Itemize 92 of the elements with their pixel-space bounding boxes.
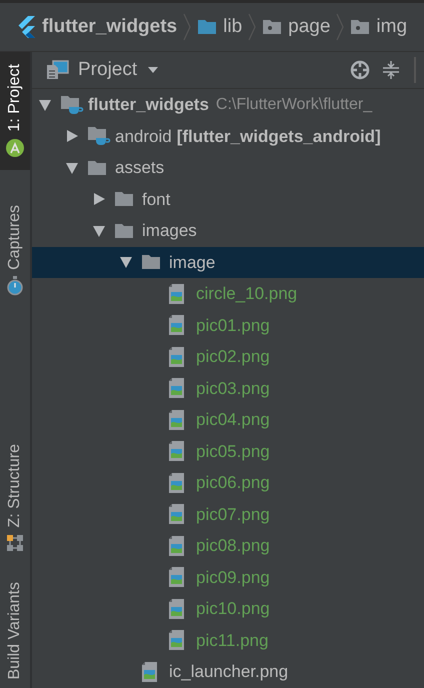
tree-item-label: pic05.png [196,440,270,462]
expand-arrow-icon[interactable] [92,192,106,206]
tree-item-label: images [142,220,197,242]
expand-arrow-icon[interactable] [65,129,79,144]
image-file-icon [168,566,185,588]
image-file-icon [168,472,185,494]
tree-item-label: pic06.png [196,472,270,494]
tree-row[interactable]: flutter_widgets C:\FlutterWork\flutter_ [32,89,424,120]
tool-window-tab[interactable]: 1: Project [0,52,30,170]
tab-label: Captures [5,205,24,270]
package-icon [262,19,282,35]
chevron-icon [336,13,344,41]
package-icon [350,19,370,35]
breadcrumb[interactable]: page [288,12,330,42]
project-path: C:\FlutterWork\flutter_ [216,94,372,115]
locate-icon[interactable] [350,60,370,80]
tree-row[interactable]: font [32,184,424,215]
collapse-arrow-icon[interactable] [119,255,133,270]
tree-row[interactable]: pic04.png [32,404,424,436]
tree-item-label: pic03.png [196,378,270,400]
tree-item-label: pic01.png [196,314,270,336]
module-folder-icon [60,94,84,115]
chevron-icon [248,13,256,41]
tree-row[interactable]: android [flutter_widgets_android] [32,120,424,152]
tree-row[interactable]: image [32,246,424,278]
image-file-icon [168,629,185,652]
image-file-icon [168,282,185,305]
tree-item-label: assets [115,157,164,179]
tree-item-label: circle_10.png [196,283,298,305]
android-icon [5,138,25,158]
tab-label: Build Variants [5,582,24,680]
tab-label: Z: Structure [5,444,24,528]
folder-icon [114,222,134,239]
tree-row[interactable]: pic07.png [32,498,424,530]
flutter-logo-icon [16,15,36,39]
tree-row[interactable]: ic_launcher.png [32,656,424,688]
tree-item-label: android [115,126,172,148]
panel-title[interactable]: Project [78,56,138,84]
folder-icon [87,160,107,176]
tree-row[interactable]: pic10.png [32,593,424,624]
collapse-arrow-icon[interactable] [65,160,79,175]
module-folder-icon [87,126,111,146]
module-name: [flutter_widgets_android] [176,126,381,148]
chevron-icon [183,13,192,41]
collapse-arrow-icon[interactable] [92,224,106,238]
tree-row[interactable]: pic09.png [32,562,424,593]
tool-window-tab[interactable]: Build Variants [0,560,30,688]
collapse-all-icon[interactable] [382,60,400,80]
tree-item-label: image [169,252,216,274]
tree-item-label: font [142,188,170,210]
breadcrumb[interactable]: flutter_widgets [42,12,178,42]
image-file-icon [168,377,185,400]
tree-row[interactable]: pic03.png [32,372,424,404]
source-folder-icon [197,19,218,35]
folder-icon [141,254,161,270]
tree-item-label: ic_launcher.png [169,661,288,683]
tree-item-label: pic08.png [196,535,270,557]
image-file-icon [168,346,185,368]
tree-item-label: pic02.png [196,346,270,368]
tree-row[interactable]: pic11.png [32,624,424,656]
tree-row[interactable]: pic06.png [32,467,424,498]
image-file-icon [168,314,185,336]
tool-window-tab[interactable]: Captures [0,170,30,302]
tree-row[interactable]: circle_10.png [32,278,424,310]
image-file-icon [168,534,185,557]
tree-row[interactable]: images [32,215,424,246]
tab-label: 1: Project [5,64,24,132]
image-file-icon [168,408,185,431]
tree-item-label: flutter_widgets [88,94,209,116]
collapse-arrow-icon[interactable] [38,98,52,112]
tree-row[interactable]: pic02.png [32,341,424,372]
tree-item-label: pic07.png [196,504,270,526]
tree-row[interactable]: pic08.png [32,530,424,562]
tree-item-label: pic11.png [196,630,268,652]
folder-icon [114,191,134,208]
tree-row[interactable]: pic05.png [32,436,424,467]
tool-window-tab[interactable]: Z: Structure [0,302,30,560]
dropdown-caret-icon[interactable] [147,66,160,74]
tree-item-label: pic04.png [196,409,270,431]
breadcrumb[interactable]: lib [223,12,242,42]
tree-item-label: pic09.png [196,566,270,588]
image-file-icon [141,660,158,683]
tree-row[interactable]: pic01.png [32,310,424,341]
project-view-icon [46,60,70,80]
image-file-icon [168,598,185,620]
tree-row[interactable]: assets [32,152,424,184]
stopwatch-icon [6,276,24,296]
image-file-icon [168,440,185,462]
image-file-icon [168,503,185,526]
tree-item-label: pic10.png [196,598,270,620]
breadcrumb[interactable]: img [376,12,408,42]
structure-icon [6,534,24,552]
